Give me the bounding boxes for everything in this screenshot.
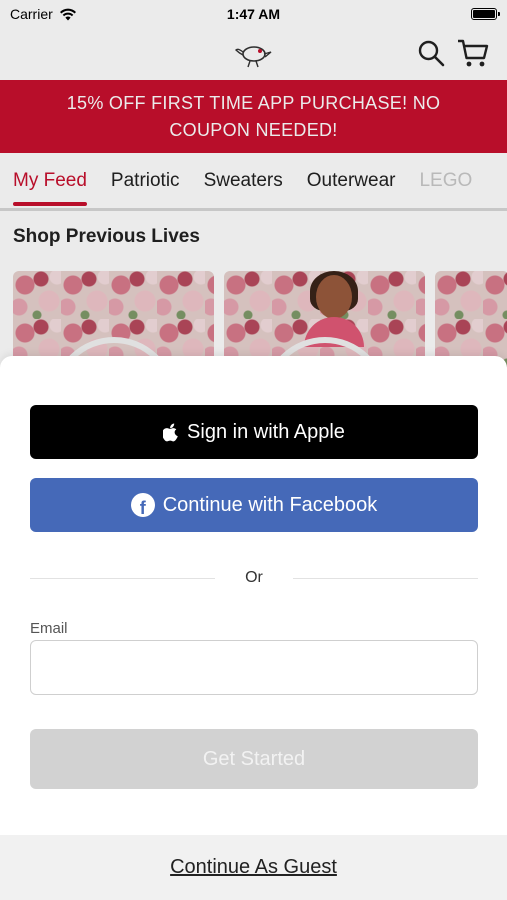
or-text: Or — [245, 569, 263, 586]
divider-line — [30, 577, 216, 579]
get-started-button[interactable]: Get Started — [30, 729, 478, 789]
continue-as-guest-link[interactable]: Continue As Guest — [170, 856, 337, 879]
get-started-label: Get Started — [202, 747, 306, 770]
facebook-icon: f — [130, 493, 155, 517]
guest-bar: Continue As Guest — [0, 835, 507, 900]
apple-icon — [163, 423, 178, 441]
email-field[interactable] — [30, 640, 478, 695]
continue-facebook-button[interactable]: f Continue with Facebook — [30, 478, 478, 532]
sign-in-apple-label: Sign in with Apple — [187, 420, 345, 443]
divider-line — [292, 577, 478, 579]
continue-facebook-label: Continue with Facebook — [162, 493, 378, 516]
sign-in-sheet: Sign in with Apple f Continue with Faceb… — [0, 356, 507, 900]
sign-in-apple-button[interactable]: Sign in with Apple — [30, 405, 478, 459]
or-divider: Or — [30, 566, 478, 590]
email-label: Email — [30, 620, 68, 637]
